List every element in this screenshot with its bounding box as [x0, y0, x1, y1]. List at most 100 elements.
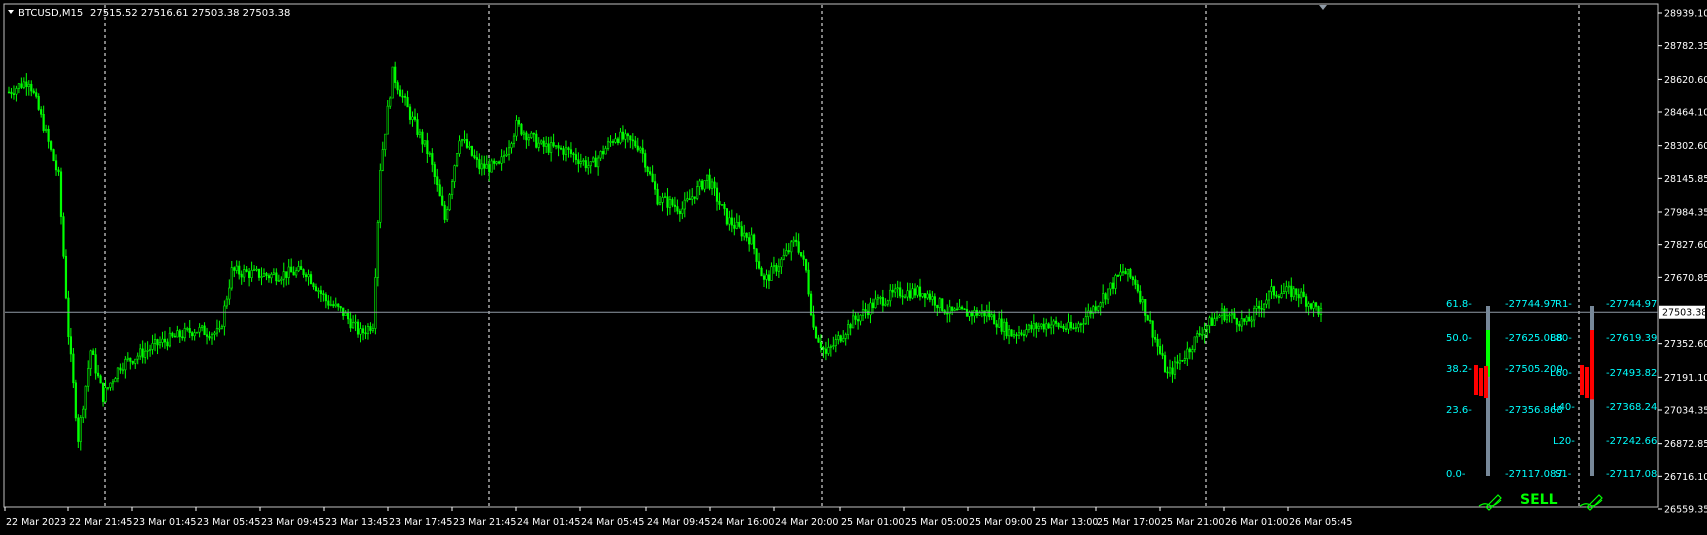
candle-body — [1109, 282, 1112, 290]
candle-body — [1206, 325, 1209, 330]
candle-body — [1005, 321, 1008, 337]
candle-body — [542, 140, 545, 147]
candle-body — [762, 275, 766, 280]
candle-body — [228, 287, 231, 300]
time-tick-label: 25 Mar 17:00 — [1097, 517, 1160, 528]
candle-body — [158, 342, 162, 346]
candle-body — [453, 165, 456, 182]
candle-body — [1218, 315, 1221, 318]
candle-body — [106, 387, 110, 389]
candle-body — [433, 164, 436, 177]
candle-body — [701, 180, 704, 190]
candle-body — [111, 381, 115, 384]
candle-body — [1233, 313, 1236, 319]
candle-body — [1163, 355, 1167, 373]
candle-body — [881, 297, 884, 306]
candle-body — [426, 140, 429, 155]
candle-body — [668, 199, 672, 208]
candle-body — [1275, 294, 1278, 297]
candle-body — [7, 91, 11, 94]
candle-body — [569, 149, 573, 154]
candle-body — [502, 155, 506, 158]
candle-body — [1072, 327, 1075, 330]
candle-body — [1082, 323, 1085, 325]
candle-body — [540, 140, 543, 144]
candle-body — [366, 326, 370, 335]
candle-body — [1010, 329, 1013, 337]
candle-body — [1280, 293, 1283, 298]
candle-body — [196, 331, 199, 334]
price-tick-label: 27984.35 — [1664, 207, 1707, 218]
candle-body — [322, 293, 325, 295]
candle-body — [59, 171, 63, 217]
candle-body — [661, 197, 664, 203]
candle-body — [287, 266, 290, 278]
candle-body — [1181, 359, 1184, 362]
candle-body — [396, 82, 399, 91]
candle-body — [1154, 337, 1157, 340]
candle-body — [1312, 302, 1315, 309]
candle-body — [1238, 324, 1241, 327]
price-tick-label: 27670.85 — [1664, 273, 1707, 284]
candle-body — [1265, 299, 1268, 305]
candle-body — [401, 95, 404, 98]
candle-body — [983, 310, 986, 317]
candle-body — [1282, 291, 1285, 294]
candle-body — [458, 140, 461, 155]
candle-body — [1077, 323, 1080, 328]
candle-body — [884, 303, 887, 306]
candle-body — [696, 186, 699, 199]
candle-body — [238, 265, 241, 275]
candle-body — [775, 265, 778, 272]
price-tick-label: 28939.10 — [1664, 9, 1707, 20]
candle-body — [557, 145, 560, 149]
candle-body — [223, 305, 226, 327]
candle-body — [193, 332, 196, 337]
candle-body — [691, 196, 694, 200]
candle-body — [1255, 305, 1258, 309]
price-chart[interactable]: BTCUSD,M15 27515.52 27516.61 27503.38 27… — [0, 0, 1707, 535]
candle-body — [67, 297, 70, 337]
candle-body — [936, 304, 939, 309]
candle-body — [1017, 332, 1021, 336]
candle-body — [780, 258, 783, 268]
candle-body — [1292, 288, 1295, 298]
candle-body — [1243, 318, 1246, 322]
candle-body — [651, 173, 654, 182]
price-tick-label: 26559.35 — [1664, 505, 1707, 516]
candle-body — [1253, 308, 1256, 321]
candle-body — [886, 300, 889, 305]
candle-body — [389, 97, 392, 107]
candle-body — [993, 314, 996, 325]
candle-body — [847, 324, 850, 335]
candle-body — [926, 293, 929, 299]
candle-body — [906, 290, 909, 298]
candle-body — [1300, 291, 1303, 299]
candle-body — [1317, 306, 1320, 315]
candle-body — [131, 360, 134, 364]
candle-body — [1003, 321, 1006, 332]
candle-body — [213, 332, 216, 335]
candle-body — [312, 283, 315, 287]
current-price-text: 27503.38 — [1662, 308, 1707, 319]
pivot-s1-label: S1- — [1555, 469, 1572, 480]
candle-body — [1258, 305, 1261, 309]
candle-body — [1045, 323, 1048, 330]
candle-body — [864, 309, 867, 312]
candle-body — [171, 332, 174, 337]
candle-body — [488, 164, 491, 173]
candle-body — [928, 293, 931, 300]
candle-body — [1290, 285, 1293, 298]
candle-body — [347, 312, 350, 320]
candle-body — [384, 133, 387, 150]
candle-body — [421, 131, 424, 145]
candle-body — [1186, 348, 1189, 359]
candle-body — [1015, 334, 1018, 336]
candle-body — [408, 106, 412, 120]
candle-body — [1215, 316, 1219, 320]
candle-body — [844, 334, 847, 339]
pivot-l20-value: -27242.66 — [1606, 436, 1657, 447]
pivot-l80-value: -27619.39 — [1606, 333, 1657, 344]
candle-body — [641, 147, 644, 154]
candle-body — [255, 268, 258, 271]
